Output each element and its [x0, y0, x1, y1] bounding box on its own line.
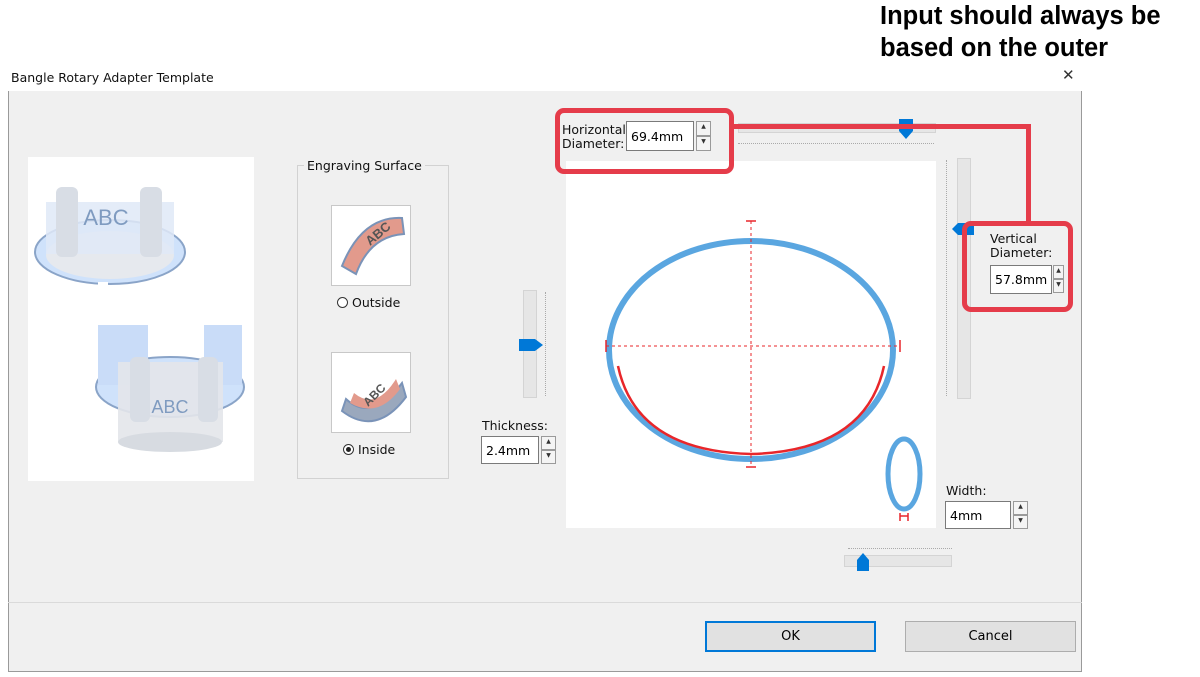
outside-label: Outside — [352, 295, 401, 310]
annotation-line-1: Input should always be — [880, 2, 1161, 30]
outside-radio[interactable] — [337, 297, 348, 308]
diameter-preview-canvas — [566, 161, 936, 528]
footer-separator — [8, 602, 1082, 603]
inside-surface-thumbnail[interactable]: ABC — [331, 352, 411, 433]
outer-abc-text: ABC — [83, 205, 128, 230]
width-down-button[interactable]: ▼ — [1013, 515, 1028, 529]
horizontal-slider-ticks — [738, 143, 934, 146]
connector-line-vertical — [1026, 124, 1031, 223]
horizontal-slider-thumb[interactable] — [897, 117, 915, 141]
ellipse-preview — [605, 220, 923, 521]
ok-button[interactable]: OK — [705, 621, 876, 652]
dialog-title: Bangle Rotary Adapter Template — [11, 70, 214, 85]
thickness-up-button[interactable]: ▲ — [541, 436, 556, 450]
annotation-line-2: based on the outer — [880, 34, 1109, 62]
thickness-slider-thumb[interactable] — [517, 337, 545, 353]
width-label: Width: — [946, 483, 987, 498]
width-up-button[interactable]: ▲ — [1013, 501, 1028, 515]
thickness-input[interactable]: 2.4mm — [481, 436, 539, 464]
inside-label: Inside — [358, 442, 396, 457]
width-slider-thumb[interactable] — [855, 551, 871, 573]
inner-abc-text: ABC — [151, 397, 188, 417]
engraving-surface-label: Engraving Surface — [304, 158, 425, 173]
vertical-highlight-box — [962, 221, 1073, 312]
width-stepper[interactable]: 4mm ▲ ▼ — [945, 501, 1028, 529]
bangle-preview-panel: ABC ABC — [28, 157, 254, 481]
bangle-illustration: ABC ABC — [34, 187, 245, 452]
thickness-stepper[interactable]: 2.4mm ▲ ▼ — [481, 436, 556, 464]
connector-line-horizontal — [734, 124, 1031, 129]
close-icon[interactable]: ✕ — [1062, 66, 1075, 84]
outside-radio-option[interactable]: Outside — [337, 295, 400, 310]
inside-radio-option[interactable]: Inside — [343, 442, 395, 457]
vertical-slider-ticks — [942, 160, 947, 396]
thickness-down-button[interactable]: ▼ — [541, 450, 556, 464]
inside-radio[interactable] — [343, 444, 354, 455]
cancel-button[interactable]: Cancel — [905, 621, 1076, 652]
horizontal-highlight-box — [555, 108, 734, 174]
thickness-slider-ticks — [545, 292, 550, 396]
outside-surface-thumbnail[interactable]: ABC — [331, 205, 411, 286]
thickness-label: Thickness: — [482, 418, 548, 433]
width-input[interactable]: 4mm — [945, 501, 1011, 529]
